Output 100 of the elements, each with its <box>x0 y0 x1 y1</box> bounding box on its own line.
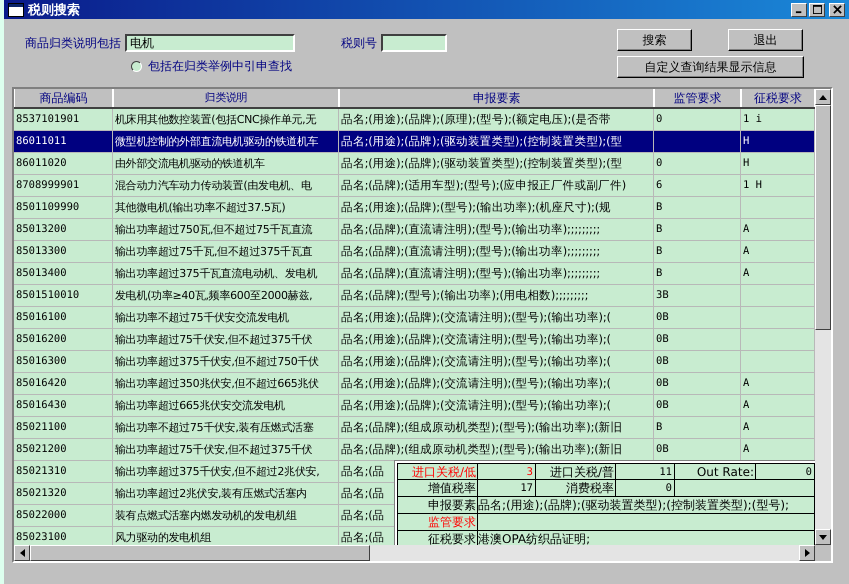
minimize-button[interactable] <box>791 2 807 16</box>
table-cell: 85021320 <box>14 483 113 504</box>
table-cell: A <box>743 421 750 433</box>
table-cell: 发电机(功率≥40瓦,频率600至2000赫兹, <box>113 285 339 306</box>
table-cell: 品名;(品牌);(直流请注明);(型号);(输出功率);;;;;;;;; <box>339 263 654 284</box>
table-cell: 输出功率不超过75千伏安,装有压燃式活塞 <box>113 417 339 438</box>
column-header[interactable]: 归类说明 <box>113 89 339 107</box>
radio-label: 包括在归类举例中引申查找 <box>148 58 292 75</box>
detail-value: 3 <box>478 464 536 479</box>
table-row[interactable]: 85013200 输出功率超过750瓦,但不超过75千瓦直流 品名;(品牌);(直流请注明);(型号);(输出功率);;;;;;;;; B A <box>14 219 815 241</box>
table-cell: 1 H <box>743 179 762 191</box>
table-row[interactable]: 8501109990 其他微电机(输出功率不超过37.5瓦) 品名;(用途);(品牌);(型号);(输出功率);(机座尺寸);(规 B <box>14 197 815 219</box>
table-cell: 8708999901 <box>14 175 113 196</box>
table-cell: 85016200 <box>14 329 113 350</box>
detail-value: 11 <box>616 464 675 479</box>
column-header[interactable]: 申报要素 <box>339 89 654 107</box>
tariff-number-label: 税则号 <box>341 34 377 52</box>
table-cell: B <box>656 267 662 279</box>
close-button[interactable] <box>829 2 845 16</box>
table-cell: 85016430 <box>14 395 113 416</box>
table-row[interactable]: 85013300 输出功率超过75千瓦,但不超过375千瓦直 品名;(品牌);(直流请注明);(型号);(输出功率);;;;;;;;; B A <box>14 241 815 263</box>
table-cell: 0 <box>656 113 662 125</box>
table-cell: 品名;(用途);(品牌);(交流请注明);(型号);(输出功率);( <box>339 329 654 350</box>
table-cell: 0B <box>656 333 669 345</box>
table-cell: 85022000 <box>14 505 113 526</box>
detail-label: Out Rate: <box>675 464 756 479</box>
table-cell: 8537101901 <box>14 109 113 130</box>
scroll-left-icon <box>20 549 24 557</box>
table-cell: 85013400 <box>14 263 113 284</box>
detail-label: 申报要素 <box>398 497 478 513</box>
table-cell: 其他微电机(输出功率不超过37.5瓦) <box>113 197 339 218</box>
custom-display-button[interactable]: 自定义查询结果显示信息 <box>617 56 804 78</box>
table-row[interactable]: 8501510010 发电机(功率≥40瓦,频率600至2000赫兹, 品名;(品牌);(型号);(输出功率);(用电相数);;;;;;;;; 3B <box>14 285 815 307</box>
table-cell: 输出功率不超过75千伏安交流发电机 <box>113 307 339 328</box>
table-row[interactable]: 85016100 输出功率不超过75千伏安交流发电机 品名;(用途);(品牌);(交流请注明);(型号);(输出功率);( 0B <box>14 307 815 329</box>
table-cell: 机床用其他数控装置(包括CNC操作单元,无 <box>113 109 339 130</box>
detail-label: 增值税率 <box>398 480 478 496</box>
detail-label: 进口关税/低 <box>398 464 478 479</box>
table-cell: A <box>743 377 750 389</box>
window-title: 税则搜索 <box>28 2 81 18</box>
table-cell: 86011020 <box>14 153 113 174</box>
table-cell: 品名;(品牌);(直流请注明);(型号);(输出功率);;;;;;;;; <box>339 241 654 262</box>
vertical-scrollbar[interactable] <box>815 89 831 545</box>
table-cell: 85016420 <box>14 373 113 394</box>
table-row[interactable]: 85013400 输出功率超过375千瓦直流电动机、发电机 品名;(品牌);(直流请注明);(型号);(输出功率);;;;;;;;; B A <box>14 263 815 285</box>
table-cell: 0 <box>656 157 662 169</box>
table-cell: 8501510010 <box>14 285 113 306</box>
table-cell: 装有点燃式活塞内燃发动机的发电机组 <box>113 505 339 526</box>
detail-value: 港澳OPA纺织品证明; <box>478 532 590 545</box>
table-cell: 输出功率超过375千伏安,但不超过2兆伏安, <box>113 461 339 482</box>
search-button[interactable]: 搜索 <box>617 29 692 51</box>
table-cell: 85021200 <box>14 439 113 460</box>
radio-button[interactable] <box>131 61 142 72</box>
table-cell: 输出功率超过375千伏安,但不超过750千伏 <box>113 351 339 372</box>
table-cell: A <box>743 245 750 257</box>
table-cell: 0B <box>656 399 669 411</box>
tariff-number-field[interactable] <box>381 34 447 52</box>
detail-label: 消费税率 <box>536 480 616 496</box>
table-cell: 85016100 <box>14 307 113 328</box>
table-cell: B <box>656 421 662 433</box>
table-cell: 品名;(用途);(品牌);(驱动装置类型);(控制装置类型);(型 <box>339 131 654 152</box>
table-row[interactable]: 86011020 由外部交流电机驱动的铁道机车 品名;(用途);(品牌);(驱动装置类型);(控制装置类型);(型 0 H <box>14 153 815 175</box>
table-cell: A <box>743 443 750 455</box>
table-cell: B <box>656 201 662 213</box>
table-cell: A <box>743 399 750 411</box>
table-cell: 6 <box>656 179 662 191</box>
table-cell: 85021310 <box>14 461 113 482</box>
column-header[interactable]: 商品编码 <box>14 89 113 107</box>
table-cell: 品名;(品牌);(适用车型);(型号);(应申报正厂件或副厂件) <box>339 175 654 196</box>
exit-button[interactable]: 退出 <box>728 29 803 51</box>
table-cell: B <box>656 245 662 257</box>
column-header[interactable]: 监管要求 <box>654 89 741 107</box>
table-cell: 85021100 <box>14 417 113 438</box>
table-cell: 由外部交流电机驱动的铁道机车 <box>113 153 339 174</box>
table-cell: 微型机控制的外部直流电机驱动的铁道机车 <box>113 131 339 152</box>
table-cell: B <box>656 223 662 235</box>
scroll-down-icon <box>819 534 827 540</box>
table-cell: 品名;(用途);(品牌);(交流请注明);(型号);(输出功率);( <box>339 395 654 416</box>
table-cell: 输出功率超过75千伏安,但不超过375千伏 <box>113 439 339 460</box>
detail-label: 进口关税/普 <box>536 464 616 479</box>
table-cell: 品名;(品牌);(组成原动机类型);(型号);(输出功率);(新旧 <box>339 417 654 438</box>
table-row[interactable]: 85016430 输出功率超过665兆伏安交流发电机 品名;(用途);(品牌);(交流请注明);(型号);(输出功率);( 0B A <box>14 395 815 417</box>
table-cell: 输出功率超过75千瓦,但不超过375千瓦直 <box>113 241 339 262</box>
horizontal-scrollbar[interactable] <box>14 545 815 561</box>
table-row[interactable]: 8708999901 混合动力汽车动力传动装置(由发电机、电 品名;(品牌);(适用车型);(型号);(应申报正厂件或副厂件) 6 1 H <box>14 175 815 197</box>
table-row[interactable]: 85016420 输出功率超过350兆伏安,但不超过665兆伏 品名;(用途);(品牌);(交流请注明);(型号);(输出功率);( 0B A <box>14 373 815 395</box>
table-cell: 86011011 <box>14 131 113 152</box>
table-cell: 品名;(品牌);(直流请注明);(型号);(输出功率);;;;;;;;; <box>339 219 654 240</box>
table-row[interactable]: 86011011 微型机控制的外部直流电机驱动的铁道机车 品名;(用途);(品牌);(驱动装置类型);(控制装置类型);(型 H <box>14 131 815 153</box>
table-cell: A <box>743 223 750 235</box>
table-row[interactable]: 85021100 输出功率不超过75千伏安,装有压燃式活塞 品名;(品牌);(组成原动机类型);(型号);(输出功率);(新旧 B A <box>14 417 815 439</box>
table-cell: 混合动力汽车动力传动装置(由发电机、电 <box>113 175 339 196</box>
maximize-button[interactable] <box>809 2 825 16</box>
table-row[interactable]: 85016200 输出功率超过75千伏安,但不超过375千伏 品名;(用途);(品牌);(交流请注明);(型号);(输出功率);( 0B <box>14 329 815 351</box>
table-cell: 0B <box>656 443 669 455</box>
table-cell: 品名;(用途);(品牌);(交流请注明);(型号);(输出功率);( <box>339 307 654 328</box>
table-cell: 3B <box>656 289 669 301</box>
table-cell: H <box>743 135 750 147</box>
description-field[interactable]: 电机 <box>125 34 295 52</box>
table-row[interactable]: 85016300 输出功率超过375千伏安,但不超过750千伏 品名;(用途);(品牌);(交流请注明);(型号);(输出功率);( 0B <box>14 351 815 373</box>
